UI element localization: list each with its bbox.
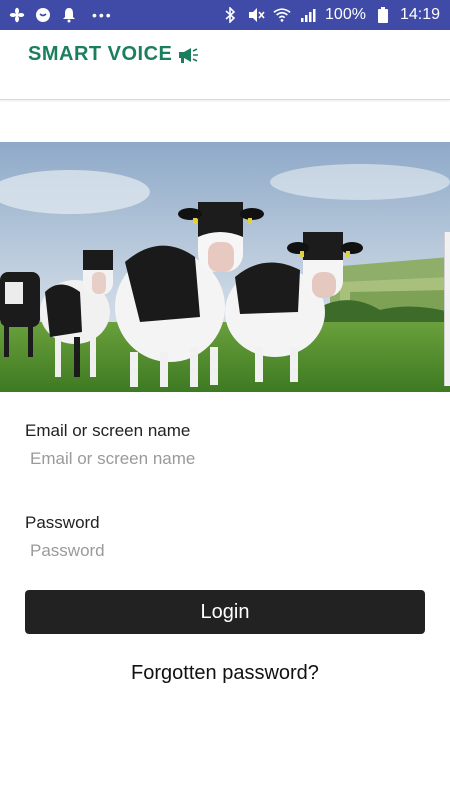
- wifi-icon: [273, 6, 291, 24]
- forgotten-password-link[interactable]: Forgotten password?: [0, 662, 450, 685]
- battery-icon: [374, 6, 392, 24]
- password-field-group: Password: [25, 512, 425, 568]
- login-button[interactable]: Login: [25, 590, 425, 634]
- password-label: Password: [25, 513, 100, 532]
- battery-percentage: 100%: [325, 6, 366, 23]
- status-bar-right: 100% 14:19: [221, 6, 440, 24]
- app-header: SMART VOICE: [0, 30, 450, 100]
- status-bar-left: •••: [8, 6, 113, 24]
- status-bar: ••• 100% 14:19: [0, 0, 450, 30]
- login-form: Email or screen name Password: [25, 420, 425, 604]
- clock: 14:19: [399, 6, 440, 23]
- ghost-app-icon: [34, 6, 52, 24]
- edge-panel-handle[interactable]: [444, 232, 450, 386]
- fan-icon: [8, 6, 26, 24]
- mute-icon: [247, 6, 265, 24]
- more-dots-icon: •••: [92, 7, 113, 23]
- email-field[interactable]: [25, 442, 425, 476]
- bluetooth-icon: [221, 6, 239, 24]
- brand-name: SMART VOICE: [28, 43, 173, 65]
- brand-logo: SMART VOICE: [28, 43, 200, 66]
- email-label: Email or screen name: [25, 421, 191, 440]
- password-field[interactable]: [25, 534, 425, 568]
- login-screen: ••• 100% 14:19 SMART VOICE Email or scre…: [0, 0, 450, 800]
- notification-bell-icon: [60, 6, 78, 24]
- cows-field-image: [0, 142, 450, 392]
- email-field-group: Email or screen name: [25, 420, 425, 476]
- signal-icon: [299, 6, 317, 24]
- megaphone-icon: [178, 46, 200, 64]
